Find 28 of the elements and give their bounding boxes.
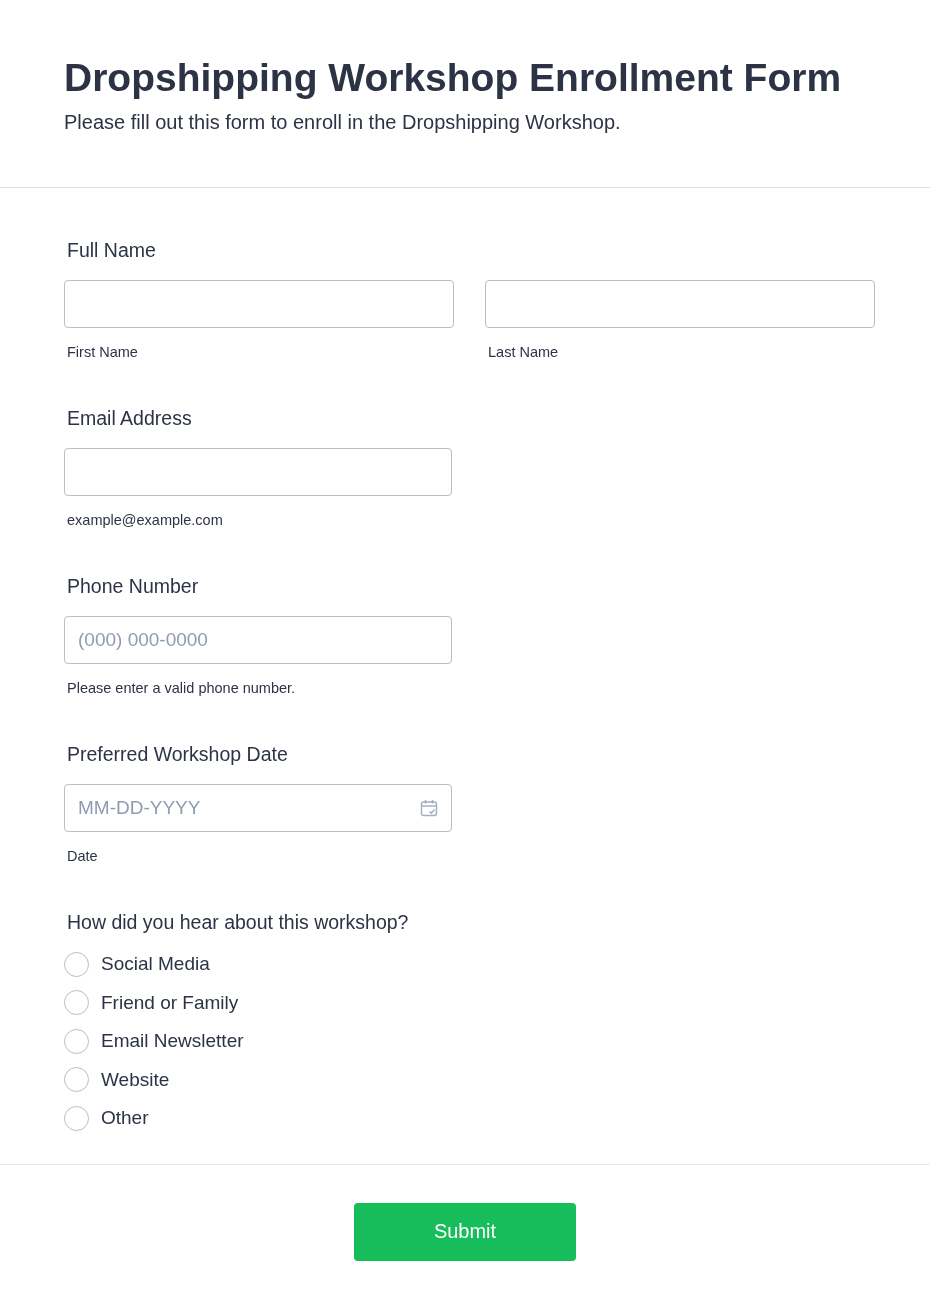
field-label: Full Name [67, 238, 156, 262]
date-field[interactable]: MM-DD-YYYY [64, 784, 452, 832]
radio-option-label[interactable]: Email Newsletter [101, 1029, 244, 1054]
field-sublabel: Last Name [488, 343, 560, 361]
form-title: Dropshipping Workshop Enrollment Form [64, 55, 843, 101]
input-field[interactable]: (000) 000-0000 [64, 616, 452, 664]
radio-button[interactable] [64, 990, 89, 1016]
radio-option-label[interactable]: Social Media [101, 952, 210, 977]
radio-button[interactable] [64, 1028, 89, 1054]
field-sublabel: Date [67, 847, 98, 865]
field-sublabel: example@example.com [67, 511, 223, 529]
field-label: Preferred Workshop Date [67, 742, 288, 766]
radio-button[interactable] [64, 1105, 89, 1131]
radio-option-label[interactable]: Website [101, 1067, 170, 1092]
radio-option-label[interactable]: Other [101, 1106, 149, 1131]
field-sublabel: Please enter a valid phone number. [67, 679, 296, 697]
form-description: Please fill out this form to enroll in the Dropshipping Workshop. [64, 110, 622, 134]
input-field[interactable] [64, 448, 452, 496]
field-label: How did you hear about this workshop? [67, 910, 409, 934]
radio-button[interactable] [64, 951, 89, 977]
field-label: Phone Number [67, 574, 199, 598]
input-field[interactable] [485, 280, 875, 328]
radio-option-label[interactable]: Friend or Family [101, 990, 239, 1015]
field-label: Email Address [67, 406, 192, 430]
radio-button[interactable] [64, 1067, 89, 1093]
calendar-icon[interactable] [420, 799, 438, 817]
input-field[interactable] [64, 280, 454, 328]
field-sublabel: First Name [67, 343, 139, 361]
